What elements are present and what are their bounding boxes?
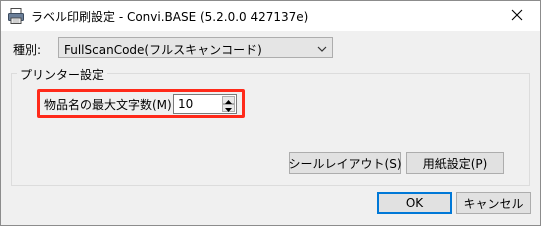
max-chars-label: 物品名の最大文字数(M):	[44, 98, 176, 112]
printer-icon	[7, 7, 25, 25]
max-chars-stepper[interactable]	[173, 94, 237, 114]
close-button[interactable]	[494, 1, 540, 31]
printer-settings-legend: プリンター設定	[17, 66, 108, 83]
ok-button[interactable]: OK	[377, 192, 452, 214]
type-select[interactable]: FullScanCode(フルスキャンコード)	[58, 37, 333, 58]
stepper-buttons	[222, 96, 235, 112]
paper-settings-button[interactable]: 用紙設定(P)	[406, 152, 504, 174]
max-chars-input[interactable]	[176, 96, 220, 112]
seal-layout-button[interactable]: シールレイアウト(S)	[289, 152, 402, 174]
title-bar[interactable]: ラベル印刷設定 - Convi.BASE (5.2.0.0 427137e)	[1, 1, 540, 31]
type-label: 種別:	[13, 43, 42, 57]
type-selected-value: FullScanCode(フルスキャンコード)	[64, 43, 262, 57]
cancel-button[interactable]: キャンセル	[456, 192, 531, 214]
chevron-down-small-icon	[225, 101, 232, 115]
label-print-settings-dialog: ラベル印刷設定 - Convi.BASE (5.2.0.0 427137e) 種…	[0, 0, 541, 226]
chevron-down-icon	[317, 43, 327, 53]
window-title: ラベル印刷設定 - Convi.BASE (5.2.0.0 427137e)	[31, 10, 309, 24]
close-icon	[511, 9, 523, 24]
decrement-button[interactable]	[222, 104, 235, 112]
